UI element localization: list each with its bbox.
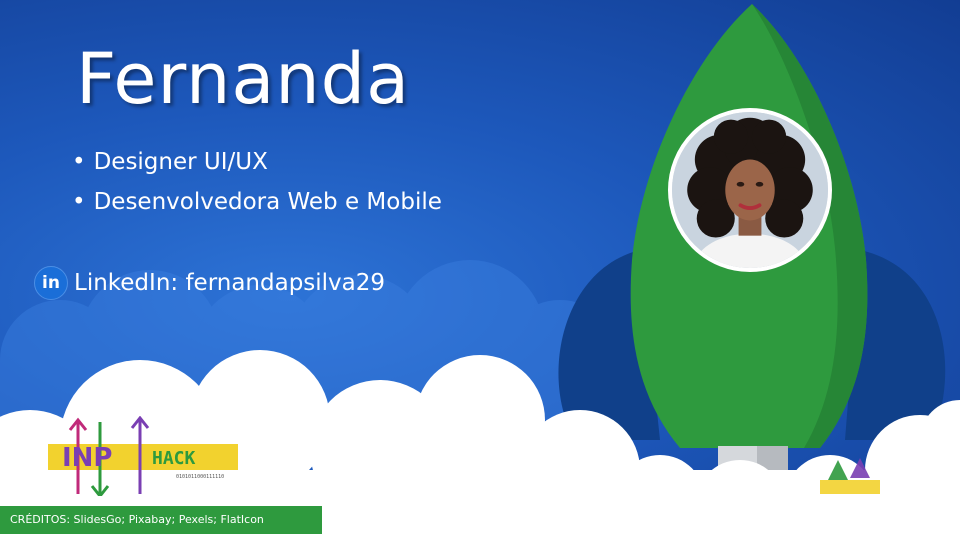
svg-text:HACK: HACK xyxy=(152,448,196,469)
linkedin-icon: in xyxy=(34,266,68,300)
roles-list: • Designer UI/UX • Desenvolvedora Web e … xyxy=(72,148,442,228)
profile-photo-illustration xyxy=(672,112,828,268)
slide: Fernanda • Designer UI/UX • Desenvolvedo… xyxy=(0,0,960,540)
role-item: • Desenvolvedora Web e Mobile xyxy=(72,188,442,228)
role-text: Designer UI/UX xyxy=(93,149,268,175)
role-item: • Designer UI/UX xyxy=(72,148,442,188)
bullet-icon: • xyxy=(72,189,86,215)
credits-bar: CRÉDITOS: SlidesGo; Pixabay; Pexels; Fla… xyxy=(0,506,322,534)
linkedin-label: LinkedIn: fernandapsilva29 xyxy=(74,270,386,296)
bullet-icon: • xyxy=(72,149,86,175)
profile-photo xyxy=(668,108,832,272)
role-text: Desenvolvedora Web e Mobile xyxy=(93,189,442,215)
presenter-name: Fernanda xyxy=(76,38,411,120)
inphack-logo: INP HACK 0101011000111110 xyxy=(48,416,238,496)
linkedin-link[interactable]: in LinkedIn: fernandapsilva29 xyxy=(34,266,385,300)
svg-text:INP: INP xyxy=(62,443,113,473)
svg-text:0101011000111110: 0101011000111110 xyxy=(176,474,224,480)
